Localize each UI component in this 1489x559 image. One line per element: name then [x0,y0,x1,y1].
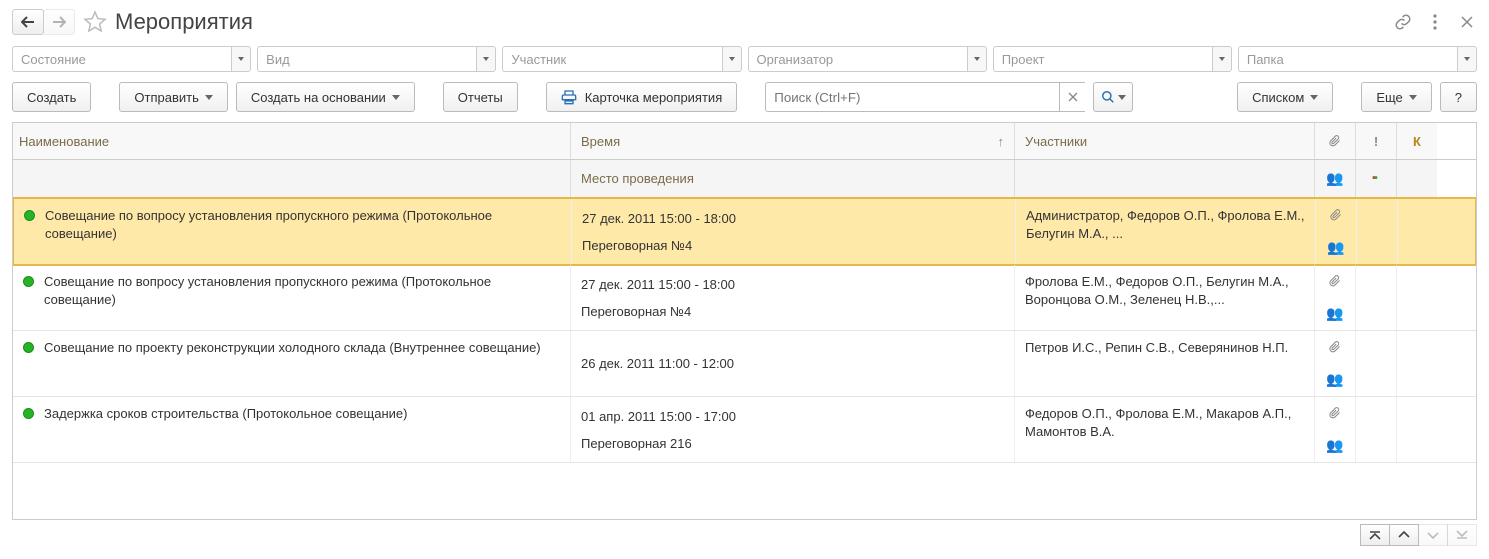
help-label: ? [1455,90,1462,105]
filter-folder-input[interactable] [1238,46,1457,72]
table-row[interactable]: Совещание по проекту реконструкции холод… [13,331,1476,397]
row-name: Совещание по проекту реконструкции холод… [44,339,541,357]
filter-type-input[interactable] [257,46,476,72]
kebab-menu-icon[interactable] [1425,12,1445,32]
search-button[interactable] [1093,82,1133,112]
col-place-header[interactable]: Место проведения [571,160,1015,197]
paperclip-icon [1329,405,1341,421]
create-on-basis-label: Создать на основании [251,90,386,105]
col-name-header[interactable]: Наименование [13,123,571,159]
filter-state-input[interactable] [12,46,231,72]
people-icon: 👥 [1326,437,1343,454]
search-clear-button[interactable] [1059,82,1085,112]
row-time: 01 апр. 2011 15:00 - 17:00 [581,409,1004,424]
people-icon: 👥 [1326,305,1343,322]
search-input[interactable] [765,82,1059,112]
col-time-label: Время [581,134,620,149]
nav-forward-button[interactable] [43,9,75,35]
col-participants-header[interactable]: Участники [1015,123,1315,159]
filter-state-dropdown[interactable] [231,46,251,72]
status-dot-icon [24,210,35,221]
row-name: Задержка сроков строительства (Протоколь… [44,405,407,423]
people-icon: 👥 [1326,170,1343,187]
create-button[interactable]: Создать [12,82,91,112]
nav-back-button[interactable] [12,9,44,35]
paperclip-icon [1329,133,1341,149]
row-name: Совещание по вопросу установления пропус… [44,273,560,308]
scroll-top-button[interactable] [1360,524,1390,546]
search-icon [1101,90,1115,104]
row-time: 27 дек. 2011 15:00 - 18:00 [582,211,1005,226]
sort-arrow-icon: ↑ [998,134,1005,149]
col-time-header[interactable]: Время ↑ [571,123,1015,159]
row-participants: Федоров О.П., Фролова Е.М., Макаров А.П.… [1015,397,1315,462]
filter-project-dropdown[interactable] [1212,46,1232,72]
col-k-header[interactable]: К [1397,123,1437,159]
scroll-bottom-button[interactable] [1447,524,1477,546]
create-on-basis-button[interactable]: Создать на основании [236,82,415,112]
table-row[interactable]: Совещание по вопросу установления пропус… [13,265,1476,331]
list-mode-label: Списком [1252,90,1304,105]
favorite-star-icon[interactable] [83,10,107,34]
status-dot-icon [23,342,34,353]
row-participants: Фролова Е.М., Федоров О.П., Белугин М.А.… [1015,265,1315,330]
filter-participant-dropdown[interactable] [722,46,742,72]
row-time: 27 дек. 2011 15:00 - 18:00 [581,277,1004,292]
page-title: Мероприятия [115,9,253,35]
row-name: Совещание по вопросу установления пропус… [45,207,561,242]
col-priority-header[interactable]: ! [1356,123,1397,159]
tree-icon: ▪▪ [1372,173,1380,184]
priority-icon: ! [1374,134,1378,149]
row-place: Переговорная 216 [581,436,1004,451]
send-button[interactable]: Отправить [119,82,227,112]
table-row[interactable]: Задержка сроков строительства (Протоколь… [13,397,1476,463]
row-participants: Петров И.С., Репин С.В., Северянинов Н.П… [1015,331,1315,396]
scroll-up-button[interactable] [1389,524,1419,546]
row-participants: Администратор, Федоров О.П., Фролова Е.М… [1016,199,1316,264]
reports-button[interactable]: Отчеты [443,82,518,112]
filter-type-dropdown[interactable] [476,46,496,72]
filter-organizer-input[interactable] [748,46,967,72]
people-icon: 👥 [1326,371,1343,388]
filter-folder-dropdown[interactable] [1457,46,1477,72]
event-card-label: Карточка мероприятия [585,90,723,105]
help-button[interactable]: ? [1440,82,1477,112]
close-icon[interactable] [1457,12,1477,32]
table-row[interactable]: Совещание по вопросу установления пропус… [12,197,1477,266]
reports-label: Отчеты [458,90,503,105]
create-button-label: Создать [27,90,76,105]
paperclip-icon [1329,339,1341,355]
more-button[interactable]: Еще [1361,82,1431,112]
row-place: Переговорная №4 [581,304,1004,319]
printer-icon [561,89,577,105]
paperclip-icon [1330,207,1342,223]
status-dot-icon [23,276,34,287]
scroll-down-button[interactable] [1418,524,1448,546]
row-place: Переговорная №4 [582,238,1005,253]
row-time: 26 дек. 2011 11:00 - 12:00 [581,356,1004,371]
event-card-button[interactable]: Карточка мероприятия [546,82,738,112]
list-mode-button[interactable]: Списком [1237,82,1333,112]
filter-participant-input[interactable] [502,46,721,72]
people-icon: 👥 [1327,239,1344,256]
col-people-header[interactable]: 👥 [1315,160,1356,197]
status-dot-icon [23,408,34,419]
send-button-label: Отправить [134,90,198,105]
col-attach-header[interactable] [1315,123,1356,159]
paperclip-icon [1329,273,1341,289]
filter-project-input[interactable] [993,46,1212,72]
link-icon[interactable] [1393,12,1413,32]
col-tree-header[interactable]: ▪▪ [1356,160,1397,197]
filter-organizer-dropdown[interactable] [967,46,987,72]
events-grid: Наименование Время ↑ Участники ! К Место… [12,122,1477,520]
more-label: Еще [1376,90,1402,105]
